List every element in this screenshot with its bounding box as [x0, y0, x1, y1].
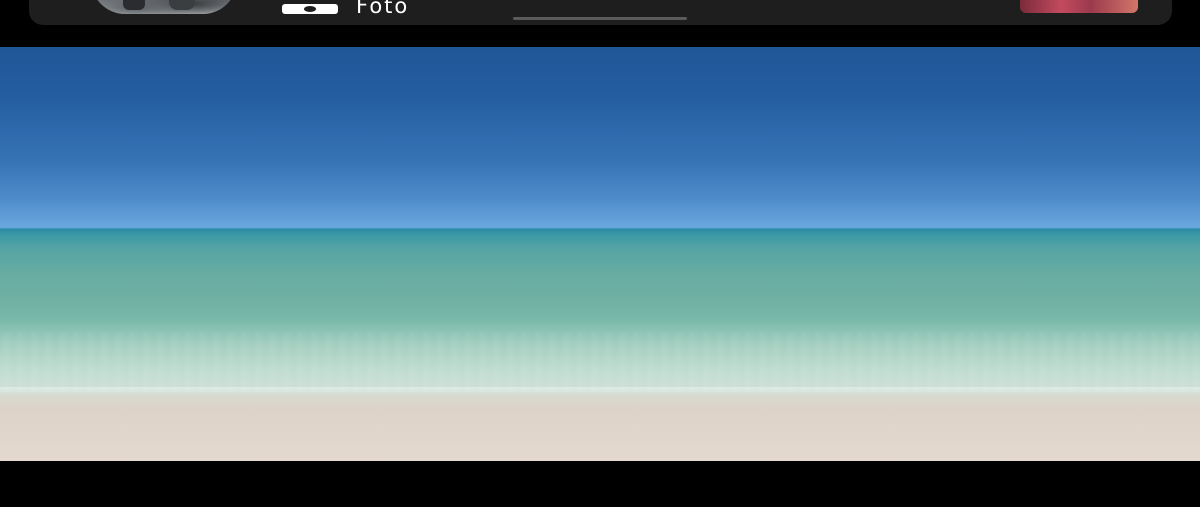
drag-handle[interactable]	[513, 17, 687, 20]
beach-photo[interactable]	[0, 47, 1200, 461]
photo-thumbnail[interactable]	[1020, 0, 1138, 13]
media-type-text: Foto	[356, 0, 410, 18]
shore-foam	[0, 387, 1200, 395]
message-banner[interactable]: Foto	[29, 0, 1172, 25]
camera-icon	[282, 4, 338, 14]
contact-avatar[interactable]	[91, 0, 237, 14]
water-shimmer	[0, 332, 1200, 392]
media-type-label: Foto	[282, 0, 409, 18]
screen: Foto	[0, 0, 1200, 507]
